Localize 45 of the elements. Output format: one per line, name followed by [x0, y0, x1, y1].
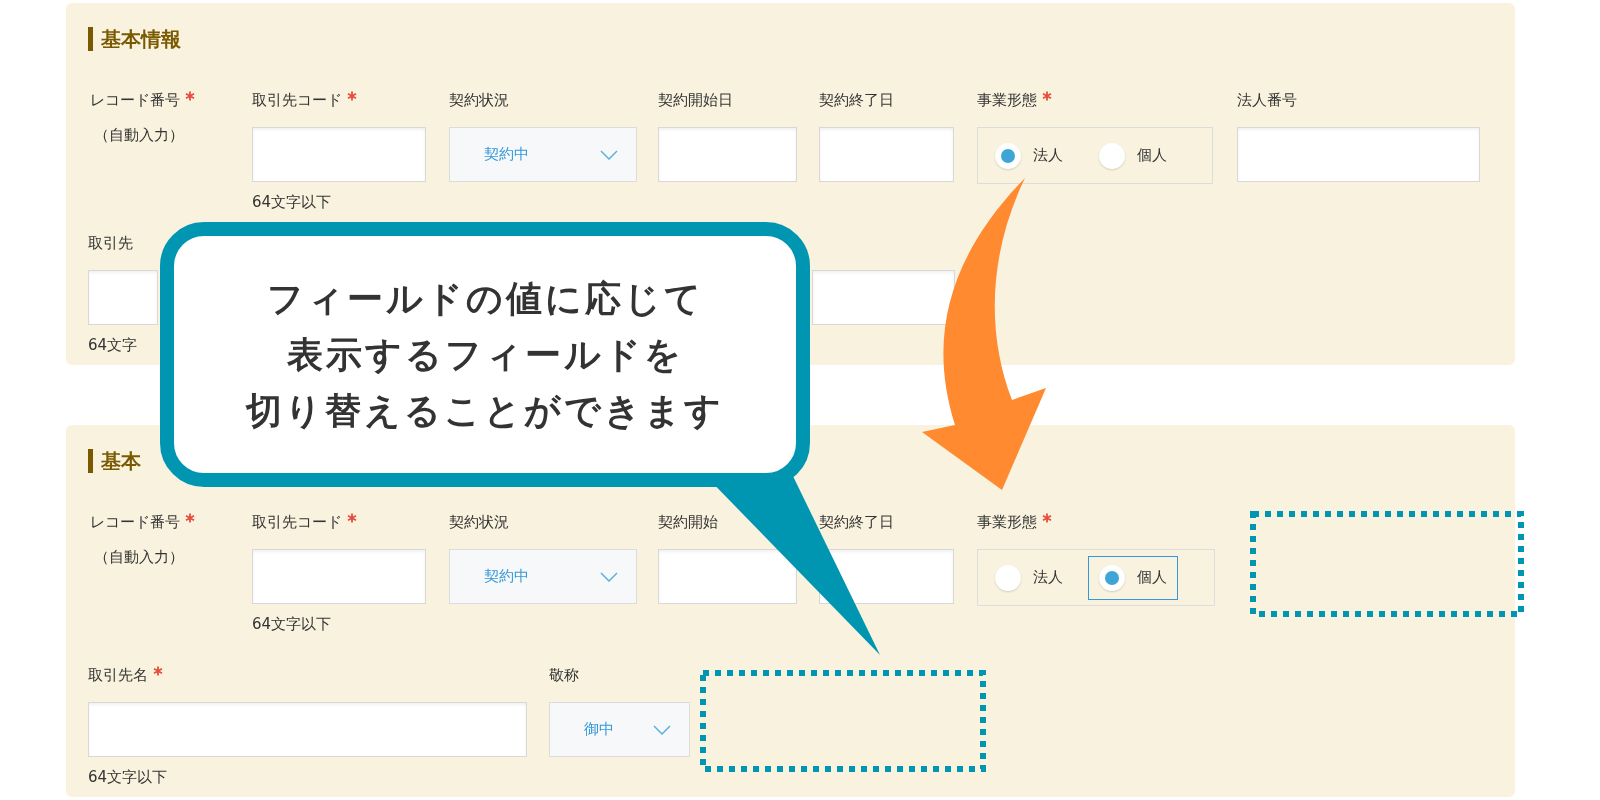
text-input[interactable] [1237, 127, 1480, 182]
field-label: レコード番号 [90, 511, 180, 533]
chevron-down-icon [600, 571, 618, 582]
text-input[interactable] [658, 549, 797, 604]
field-label: 事業形態 [977, 511, 1037, 533]
text-input[interactable] [819, 127, 954, 182]
heading-bar [88, 27, 93, 51]
field-note: （自動入力） [94, 125, 184, 145]
chevron-down-icon [653, 724, 671, 735]
radio-option[interactable]: 個人 [1088, 133, 1178, 178]
text-input[interactable] [252, 127, 426, 182]
text-input[interactable] [252, 549, 426, 604]
field-note: 64文字以下 [88, 767, 168, 787]
radio-option[interactable]: 個人 [1088, 555, 1178, 600]
text-input[interactable] [88, 702, 527, 757]
heading-bar [88, 449, 93, 473]
section-heading: 基本情報 [101, 26, 181, 53]
field-label: 事業形態 [977, 89, 1037, 111]
radio-option[interactable]: 法人 [984, 133, 1074, 178]
radio-option[interactable]: 法人 [984, 555, 1074, 600]
callout-text: 表示するフィールドを [286, 332, 684, 377]
field-label: 契約終了日 [819, 89, 894, 111]
field-label: 契約状況 [449, 511, 509, 533]
field-label: 契約開始日 [658, 89, 733, 111]
field-label: 契約開始 [658, 511, 718, 533]
field-label: 契約状況 [449, 89, 509, 111]
callout-text: フィールドの値に応じて [266, 276, 704, 321]
field-note: 64文字 [88, 335, 138, 355]
text-input[interactable] [812, 270, 955, 325]
field-label: レコード番号 [90, 89, 180, 111]
field-label: 取引先 [88, 232, 133, 254]
field-label: 取引先コード [252, 511, 342, 533]
field-note: 64文字以下 [252, 192, 332, 212]
text-input[interactable] [88, 270, 158, 325]
field-label: 契約終了日 [819, 511, 894, 533]
field-label: 取引先名 [88, 664, 148, 686]
callout-text: 切り替えることができます [246, 388, 724, 433]
chevron-down-icon [600, 149, 618, 160]
field-note: （自動入力） [94, 547, 184, 567]
field-label: 取引先コード [252, 89, 342, 111]
section-heading: 基本 [101, 448, 141, 475]
field-note: 64文字以下 [252, 614, 332, 634]
field-label: 法人番号 [1237, 89, 1297, 111]
text-input[interactable] [658, 127, 797, 182]
field-label: 敬称 [549, 664, 579, 686]
